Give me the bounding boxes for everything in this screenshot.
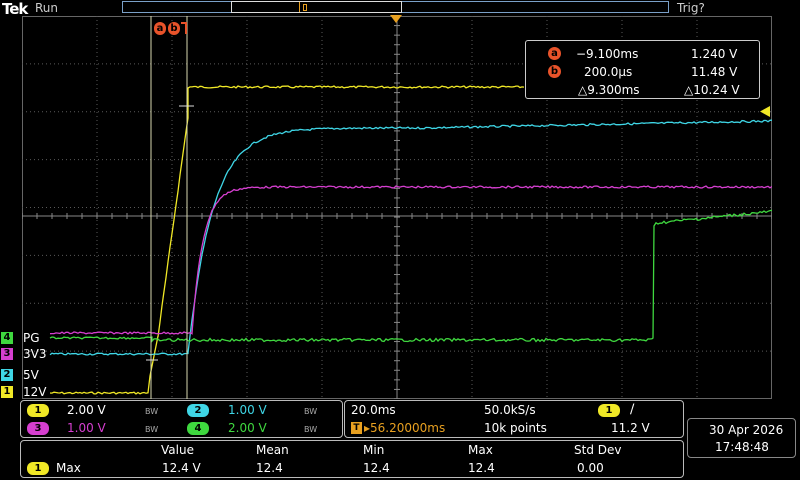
cursor-readout[interactable]: a −9.100ms 1.240 V b 200.0μs 11.48 V △9.… <box>525 40 760 99</box>
measurement-panel[interactable]: Value Mean Min Max Std Dev 1 Max 12.4 V … <box>20 440 684 478</box>
trigger-level-icon[interactable] <box>760 106 772 117</box>
meas-header-mean: Mean <box>256 443 289 457</box>
meas-mean: 12.4 <box>256 461 283 475</box>
top-status-bar: Tek Run Trig? <box>0 0 800 18</box>
trigger-slope-icon[interactable]: ∕ <box>630 402 634 417</box>
ch3-marker-icon[interactable]: 3 <box>1 348 13 360</box>
cursor-a-volt: 1.240 V <box>691 47 738 61</box>
meas-value: 12.4 V <box>162 461 201 475</box>
ch3-waveform <box>49 185 772 335</box>
cursor-b-time: 200.0μs <box>584 65 633 79</box>
cursor-b-icon: b <box>548 65 561 78</box>
record-view-window[interactable] <box>231 1 402 13</box>
meas-source-badge[interactable]: 1 <box>27 462 49 475</box>
ch1-bw-limit: BW <box>145 407 159 416</box>
cursor-a-time: −9.100ms <box>576 47 639 61</box>
waveforms <box>49 85 772 395</box>
meas-max: 12.4 <box>468 461 495 475</box>
ch4-marker-icon[interactable]: 4 <box>1 332 13 344</box>
ch2-waveform <box>49 119 772 356</box>
ch1-scale[interactable]: 2.00 V <box>67 403 106 417</box>
trigger-source-badge[interactable]: 1 <box>598 404 620 417</box>
cursor-b-badge[interactable]: b <box>168 22 180 35</box>
datetime-panel: 30 Apr 2026 17:48:48 <box>687 418 796 458</box>
ch4-scale[interactable]: 2.00 V <box>228 421 267 435</box>
ch2-label: 5V <box>23 368 39 382</box>
ch3-bw-limit: BW <box>145 425 159 434</box>
meas-header-min: Min <box>363 443 385 457</box>
cursor-a-readout-row: a −9.100ms 1.240 V <box>526 45 761 63</box>
ch1-badge[interactable]: 1 <box>27 404 49 417</box>
time-label: 17:48:48 <box>715 440 769 454</box>
cursor-b-volt: 11.48 V <box>691 65 738 79</box>
date-label: 30 Apr 2026 <box>709 423 784 437</box>
meas-stddev: 0.00 <box>577 461 604 475</box>
ch4-badge[interactable]: 4 <box>187 422 209 435</box>
ch1-label: 12V <box>23 385 47 399</box>
ch2-badge[interactable]: 2 <box>187 404 209 417</box>
sample-rate: 50.0kS/s <box>484 403 536 417</box>
cursor-a-icon: a <box>548 47 561 60</box>
meas-min: 12.4 <box>363 461 390 475</box>
time-per-div[interactable]: 20.0ms <box>351 403 396 417</box>
trigger-state: Trig? <box>677 1 705 15</box>
ch4-bw-limit: BW <box>304 425 318 434</box>
cursor-a-badge[interactable]: a <box>154 22 166 35</box>
meas-header-stddev: Std Dev <box>574 443 622 457</box>
trigger-position-icon[interactable] <box>390 15 402 24</box>
cursor-delta-time: △9.300ms <box>578 83 640 97</box>
ch2-marker-icon[interactable]: 2 <box>1 369 13 381</box>
cursor-delta-volt: △10.24 V <box>684 83 740 97</box>
horizontal-settings-panel[interactable]: 20.0ms 50.0kS/s T ▸56.20000ms 10k points… <box>344 400 684 438</box>
oscilloscope-screen: Tek Run Trig? a b a −9.100ms 1.240 V b 2… <box>0 0 800 480</box>
ch2-scale[interactable]: 1.00 V <box>228 403 267 417</box>
ch4-label: PG <box>23 331 40 345</box>
cursor-b-readout-row: b 200.0μs 11.48 V <box>526 63 761 81</box>
ch3-label: 3V3 <box>23 347 47 361</box>
record-length: 10k points <box>484 421 547 435</box>
trigger-t-icon: T <box>351 422 362 434</box>
ch1-marker-icon[interactable]: 1 <box>1 386 13 398</box>
ch3-scale[interactable]: 1.00 V <box>67 421 106 435</box>
meas-header-value: Value <box>161 443 194 457</box>
ch3-badge[interactable]: 3 <box>27 422 49 435</box>
cursor-link-icon <box>181 22 187 34</box>
meas-name[interactable]: Max <box>56 461 81 475</box>
ch2-bw-limit: BW <box>304 407 318 416</box>
acquisition-state[interactable]: Run <box>35 1 58 15</box>
trigger-delay[interactable]: ▸56.20000ms <box>364 421 445 435</box>
trigger-level[interactable]: 11.2 V <box>611 421 650 435</box>
ch4-waveform <box>49 209 772 343</box>
cursor-delta-readout-row: △9.300ms △10.24 V <box>526 81 761 99</box>
meas-header-max: Max <box>468 443 493 457</box>
vertical-settings-panel[interactable]: 1 2.00 V BW 2 1.00 V BW 3 1.00 V BW 4 2.… <box>20 400 343 438</box>
